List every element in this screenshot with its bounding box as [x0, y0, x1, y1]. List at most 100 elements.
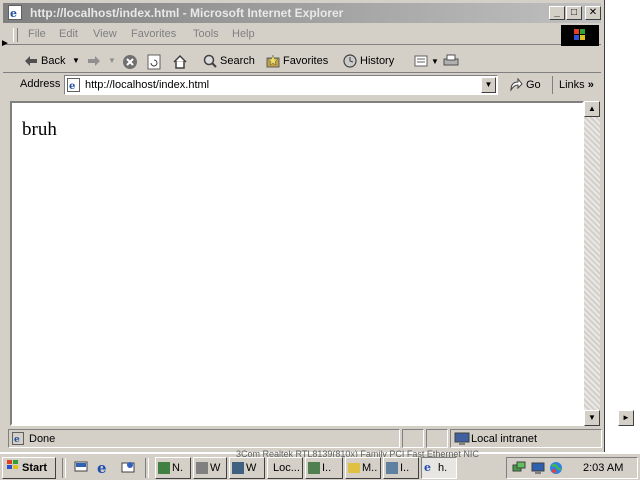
print-button[interactable] [443, 52, 460, 70]
mouse-cursor-icon: ► [0, 38, 10, 49]
search-button[interactable]: Search [203, 52, 255, 70]
refresh-button[interactable] [147, 52, 164, 70]
back-arrow-icon [24, 54, 38, 68]
window-title: http://localhost/index.html - Microsoft … [30, 6, 344, 20]
chevron-right-icon: » [587, 79, 594, 91]
links-label: Links [559, 79, 585, 91]
back-button[interactable]: Back [24, 52, 65, 70]
stop-button[interactable] [122, 52, 139, 70]
ie-page-icon: e [8, 5, 22, 20]
forward-dropdown[interactable]: ▼ [108, 52, 116, 70]
taskbar-task-2[interactable]: W [193, 457, 227, 479]
history-icon [343, 54, 357, 68]
forward-button[interactable] [87, 52, 104, 70]
page-body-text: bruh [22, 119, 57, 140]
ie-page-icon: e [12, 432, 24, 445]
task-label: M.. [362, 462, 378, 474]
go-button[interactable]: Go [509, 76, 541, 94]
outlook-express-icon[interactable] [120, 459, 136, 475]
menu-favorites[interactable]: Favorites [131, 28, 176, 40]
search-label: Search [220, 55, 255, 67]
taskbar-task-7[interactable]: I.. [383, 457, 419, 479]
refresh-icon [147, 54, 161, 70]
search-icon [203, 54, 217, 68]
menu-file[interactable]: File [28, 28, 46, 40]
history-label: History [360, 55, 395, 67]
svg-text:e: e [69, 81, 75, 91]
app-icon [158, 462, 170, 475]
favorites-label: Favorites [283, 55, 329, 67]
taskbar-task-1[interactable]: N. [155, 457, 191, 479]
status-text: Done [29, 433, 56, 445]
taskbar-task-3[interactable]: W [229, 457, 265, 479]
menu-edit[interactable]: Edit [59, 28, 78, 40]
taskbar-task-5[interactable]: I.. [305, 457, 343, 479]
svg-text:e: e [14, 435, 20, 444]
app-icon [308, 462, 320, 475]
back-dropdown[interactable]: ▼ [72, 52, 80, 70]
home-button[interactable] [172, 52, 189, 70]
go-label: Go [526, 79, 541, 91]
folder-icon [348, 463, 360, 474]
task-label: I.. [322, 462, 332, 474]
forward-arrow-icon [87, 54, 101, 68]
start-button[interactable]: Start [2, 457, 56, 479]
network-icon [232, 462, 244, 475]
favorites-icon [266, 54, 280, 68]
status-panel-progress [402, 429, 424, 448]
address-input[interactable]: e http://localhost/index.html ▼ [64, 75, 498, 95]
status-bar: e Done Local intranet [8, 429, 602, 448]
taskbar-task-6[interactable]: M.. [345, 457, 381, 479]
menu-help[interactable]: Help [232, 28, 255, 40]
browser-window: e http://localhost/index.html - Microsof… [0, 0, 605, 452]
ie-page-icon: e [67, 78, 80, 92]
go-arrow-icon [509, 77, 523, 92]
mail-button[interactable]: ▼ [414, 52, 439, 70]
task-label: N. [172, 462, 183, 474]
system-tray: 2:03 AM [506, 457, 638, 479]
taskbar-task-8-active[interactable]: e h. [421, 457, 457, 479]
address-dropdown-button[interactable]: ▼ [481, 77, 496, 93]
network-tray-icon[interactable] [512, 461, 526, 478]
tasks-separator [145, 458, 149, 478]
quicklaunch-separator [62, 458, 66, 478]
taskbar-task-4[interactable]: Loc... [267, 457, 303, 479]
print-icon [443, 54, 459, 68]
favorites-button[interactable]: Favorites [266, 52, 328, 70]
status-panel-lock [426, 429, 448, 448]
mail-icon [414, 54, 428, 68]
app-icon [386, 462, 398, 475]
menu-tools[interactable]: Tools [193, 28, 219, 40]
internet-explorer-icon: e [424, 461, 431, 475]
address-label: Address [20, 78, 61, 90]
title-bar[interactable]: e http://localhost/index.html - Microsof… [3, 3, 601, 23]
history-button[interactable]: History [343, 52, 394, 70]
zone-text: Local intranet [471, 433, 538, 445]
globe-tray-icon[interactable] [549, 461, 563, 478]
maximize-button[interactable]: □ [566, 6, 582, 20]
scroll-down-button[interactable]: ▼ [584, 410, 600, 426]
app-icon [196, 462, 208, 475]
monitor-tray-icon[interactable] [531, 461, 545, 478]
page-content[interactable]: bruh [10, 101, 584, 426]
task-label: Loc... [273, 462, 300, 474]
intranet-icon [454, 432, 470, 449]
vertical-scrollbar[interactable]: ▲ ▼ [584, 101, 600, 426]
menu-grip [13, 28, 18, 42]
links-button[interactable]: Links » [552, 76, 594, 94]
svg-text:e: e [97, 459, 107, 475]
minimize-button[interactable]: _ [549, 6, 565, 20]
start-label: Start [22, 462, 48, 474]
clock[interactable]: 2:03 AM [583, 462, 623, 474]
scroll-up-button[interactable]: ▲ [584, 101, 600, 117]
task-label: W [246, 462, 257, 474]
close-button[interactable]: ✕ [585, 6, 601, 20]
windows-flag-icon [6, 458, 20, 478]
status-panel-main: e Done [8, 429, 400, 448]
background-scroll-right-button[interactable]: ► [618, 410, 634, 426]
internet-explorer-icon[interactable]: e [96, 459, 112, 477]
task-label: I.. [400, 462, 410, 474]
show-desktop-icon[interactable] [73, 459, 89, 475]
svg-text:e: e [10, 7, 17, 19]
menu-view[interactable]: View [93, 28, 117, 40]
